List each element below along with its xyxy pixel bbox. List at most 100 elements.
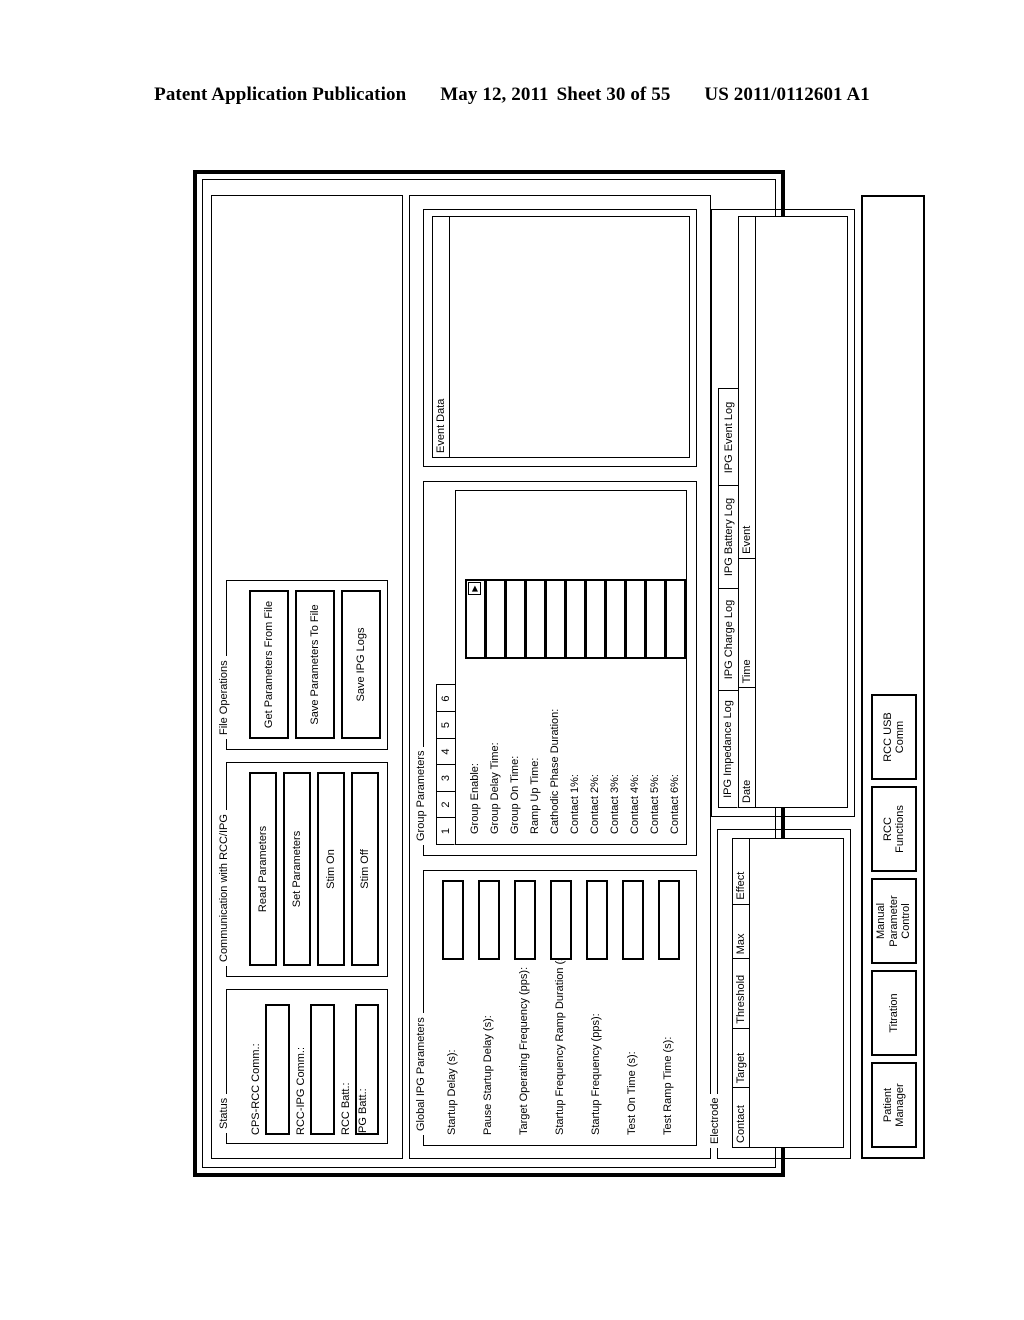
communication-panel: Communication with RCC/IPG Read Paramete… — [218, 762, 388, 977]
global-field-startup-delay[interactable] — [442, 880, 464, 960]
nav-button-titration[interactable]: Titration — [871, 970, 917, 1056]
global-label-target-operating-frequency: Target Operating Frequency (pps): — [518, 966, 530, 1135]
electrode-panel-title: Electrode — [709, 1093, 721, 1148]
group-field-contact-6-pct[interactable] — [665, 579, 686, 659]
global-label-pause-startup-delay: Pause Startup Delay (s): — [482, 1015, 494, 1135]
nav-button-rcc-functions[interactable]: RCC Functions — [871, 786, 917, 872]
global-ipg-parameters-panel: Global IPG Parameters Startup Delay (s):… — [415, 870, 697, 1146]
tab-ipg-charge-log[interactable]: IPG Charge Log — [718, 587, 738, 692]
navigation-bar: Patient Manager Titration Manual Paramet… — [861, 195, 925, 1159]
group-tab-6[interactable]: 6 — [436, 684, 455, 713]
group-field-contact-3-pct[interactable] — [605, 579, 626, 659]
group-label-cathodic-phase-duration: Cathodic Phase Duration: — [549, 708, 561, 834]
group-tab-1[interactable]: 1 — [436, 817, 455, 845]
group-field-contact-2-pct[interactable] — [585, 579, 606, 659]
status-value-cps-rcc-comm — [265, 1004, 290, 1135]
global-label-test-ramp-time: Test Ramp Time (s): — [662, 1036, 674, 1135]
event-data-table[interactable]: Event Data — [432, 216, 690, 458]
group-field-contact-1-pct[interactable] — [565, 579, 586, 659]
event-data-table-header: Event Data — [433, 217, 450, 457]
electrode-table-header: Contact Target Threshold Max Effect — [733, 839, 750, 1147]
global-label-test-on-time: Test On Time (s): — [626, 1051, 638, 1135]
group-label-group-on-time: Group On Time: — [509, 755, 521, 834]
group-field-contact-4-pct[interactable] — [625, 579, 646, 659]
nav-button-rcc-usb-comm[interactable]: RCC USB Comm — [871, 694, 917, 780]
group-field-group-delay-time[interactable] — [485, 579, 506, 659]
global-ipg-parameters-title: Global IPG Parameters — [415, 1013, 427, 1135]
status-label-cps-rcc-comm: CPS-RCC Comm.: — [250, 1043, 262, 1135]
publication-date: May 12, 2011 — [440, 84, 549, 105]
save-ipg-logs-button[interactable]: Save IPG Logs — [341, 590, 381, 739]
group-tab-2[interactable]: 2 — [436, 790, 455, 819]
chevron-down-icon[interactable]: ▶ — [468, 582, 481, 595]
group-label-ramp-up-time: Ramp Up Time: — [529, 757, 541, 834]
status-label-ipg-batt: IPG Batt.: — [357, 1088, 369, 1136]
log-table-body[interactable] — [756, 217, 847, 807]
stim-on-button[interactable]: Stim On — [317, 772, 345, 966]
tab-ipg-impedance-log[interactable]: IPG Impedance Log — [718, 690, 738, 808]
status-value-rcc-ipg-comm — [310, 1004, 335, 1135]
electrode-column-threshold: Threshold — [733, 958, 749, 1028]
nav-label-patient-manager: Patient Manager — [881, 1083, 907, 1127]
file-operations-panel: File Operations Get Parameters From File… — [218, 580, 388, 750]
group-label-contact-3-pct: Contact 3%: — [609, 774, 621, 834]
nav-label-titration: Titration — [887, 993, 900, 1033]
electrode-column-max: Max — [733, 903, 749, 959]
group-tab-5[interactable]: 5 — [436, 711, 455, 739]
group-field-group-on-time[interactable] — [505, 579, 526, 659]
read-parameters-button[interactable]: Read Parameters — [249, 772, 277, 966]
event-data-table-body[interactable] — [450, 217, 689, 457]
stim-off-button[interactable]: Stim Off — [351, 772, 379, 966]
log-tab-row: IPG Impedance Log IPG Charge Log IPG Bat… — [718, 388, 738, 808]
global-field-startup-frequency[interactable] — [586, 880, 608, 960]
patent-number: US 2011/0112601 A1 — [704, 84, 870, 105]
save-parameters-to-file-button[interactable]: Save Parameters To File — [295, 590, 335, 739]
status-label-rcc-ipg-comm: RCC-IPG Comm.: — [295, 1047, 307, 1135]
log-table[interactable]: Date Time Event — [738, 216, 848, 808]
event-data-column-event-data: Event Data — [435, 398, 447, 453]
event-data-panel: Event Data — [423, 209, 697, 467]
set-parameters-button[interactable]: Set Parameters — [283, 772, 311, 966]
group-label-contact-4-pct: Contact 4%: — [629, 774, 641, 834]
global-field-startup-frequency-ramp-duration[interactable] — [550, 880, 572, 960]
application-screenshot: Status CPS-RCC Comm.: RCC-IPG Comm.: RCC… — [193, 170, 925, 1177]
group-field-ramp-up-time[interactable] — [525, 579, 546, 659]
nav-label-manual-parameter-control: Manual Parameter Control — [875, 895, 913, 947]
electrode-panel: Electrode Contact Target Threshold Max E… — [709, 829, 851, 1159]
global-label-startup-frequency: Startup Frequency (pps): — [590, 1013, 602, 1135]
group-field-group-enable[interactable]: ▶ — [465, 579, 486, 659]
group-field-contact-5-pct[interactable] — [645, 579, 666, 659]
global-field-test-on-time[interactable] — [622, 880, 644, 960]
nav-button-patient-manager[interactable]: Patient Manager — [871, 1062, 917, 1148]
global-field-pause-startup-delay[interactable] — [478, 880, 500, 960]
global-field-target-operating-frequency[interactable] — [514, 880, 536, 960]
group-field-cathodic-phase-duration[interactable] — [545, 579, 566, 659]
nav-button-manual-parameter-control[interactable]: Manual Parameter Control — [871, 878, 917, 964]
electrode-table-body[interactable] — [750, 839, 843, 1147]
electrode-table[interactable]: Contact Target Threshold Max Effect — [732, 838, 844, 1148]
log-column-date: Date — [739, 687, 755, 807]
global-label-startup-delay: Startup Delay (s): — [446, 1049, 458, 1135]
nav-label-rcc-functions: RCC Functions — [881, 805, 907, 853]
status-panel-title: Status — [218, 1093, 230, 1133]
tab-ipg-battery-log[interactable]: IPG Battery Log — [718, 485, 738, 589]
group-parameters-panel: Group Parameters 1 2 3 4 5 6 Group Enabl… — [415, 481, 697, 856]
get-parameters-from-file-button[interactable]: Get Parameters From File — [249, 590, 289, 739]
electrode-column-contact: Contact — [733, 1087, 749, 1147]
global-field-test-ramp-time[interactable] — [658, 880, 680, 960]
nav-label-rcc-usb-comm: RCC USB Comm — [881, 712, 907, 762]
log-table-header: Date Time Event — [739, 217, 756, 807]
group-label-contact-1-pct: Contact 1%: — [569, 774, 581, 834]
group-label-contact-6-pct: Contact 6%: — [669, 774, 681, 834]
file-operations-panel-title: File Operations — [218, 656, 230, 739]
application-window: Status CPS-RCC Comm.: RCC-IPG Comm.: RCC… — [193, 170, 925, 1177]
group-tab-3[interactable]: 3 — [436, 764, 455, 792]
group-tab-4[interactable]: 4 — [436, 737, 455, 766]
communication-panel-title: Communication with RCC/IPG — [218, 810, 230, 966]
tab-ipg-event-log[interactable]: IPG Event Log — [718, 388, 738, 487]
group-label-group-delay-time: Group Delay Time: — [489, 742, 501, 834]
group-label-group-enable: Group Enable: — [469, 763, 481, 834]
electrode-column-effect: Effect — [735, 871, 747, 900]
patent-page-header: Patent Application Publication May 12, 2… — [0, 84, 1024, 106]
electrode-column-target: Target — [733, 1027, 749, 1088]
